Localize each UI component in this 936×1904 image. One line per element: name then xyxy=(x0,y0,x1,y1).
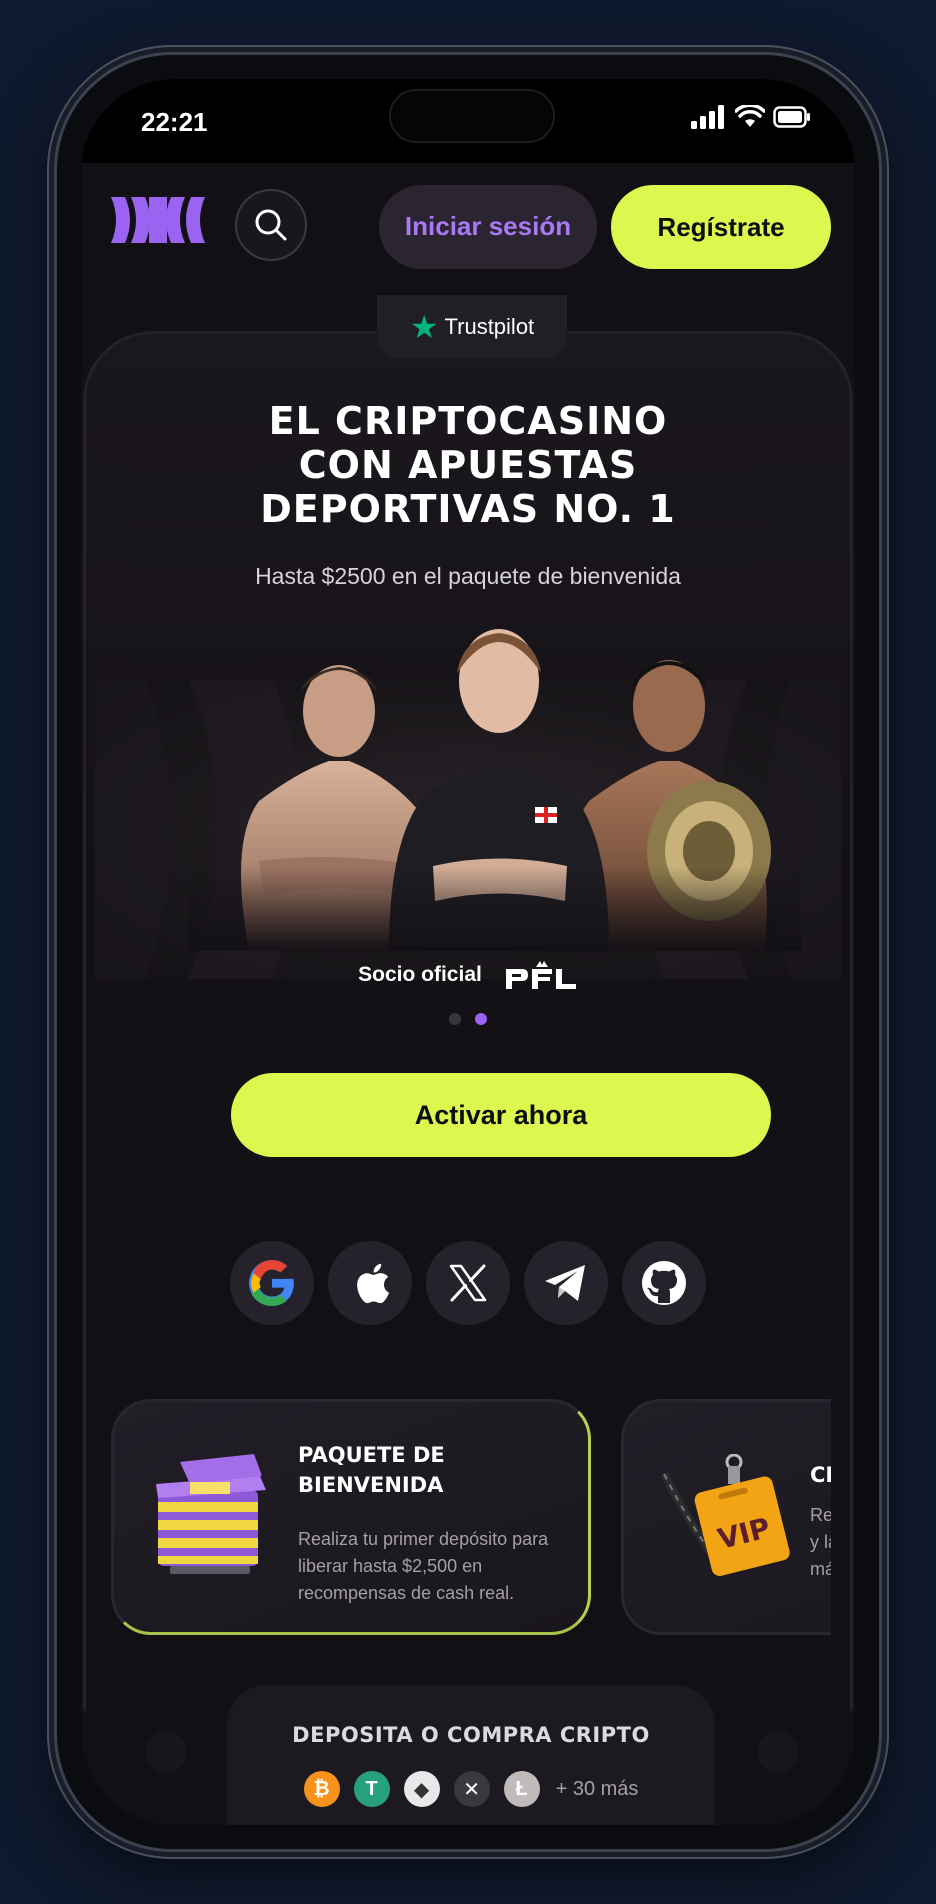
search-icon xyxy=(255,209,287,241)
partner-label: Socio oficial xyxy=(358,963,482,986)
register-button[interactable]: Regístrate xyxy=(611,185,831,269)
status-icons xyxy=(691,105,811,129)
bitcoin-icon: ₿ xyxy=(303,1771,340,1807)
telegram-login-button[interactable] xyxy=(524,1241,608,1325)
deposit-crypto-panel[interactable]: DEPOSITA O COMPRA CRIPTO ₿ T ◆ ✕ Ł + 30 … xyxy=(227,1685,715,1825)
screen: 22:21 Iniciar sesión Regístrate ★ Trustp… xyxy=(81,79,855,1825)
hero-title-line: DEPORTIVAS NO. 1 xyxy=(260,487,676,531)
promo-card-description-line: má xyxy=(810,1559,831,1579)
hero-subtitle: Hasta $2500 en el paquete de bienvenida xyxy=(255,563,681,589)
promo-card-title: CI xyxy=(810,1463,831,1487)
status-time: 22:21 xyxy=(141,107,208,137)
trustpilot-badge[interactable]: ★ Trustpilot xyxy=(377,295,567,359)
treasure-box-icon xyxy=(156,1454,266,1574)
wifi-icon xyxy=(735,105,765,127)
fighters-image xyxy=(189,611,801,951)
brand-logo[interactable] xyxy=(111,197,207,243)
hero-title: EL CRIPTOCASINO CON APUESTAS DEPORTIVAS … xyxy=(81,399,855,531)
apple-icon xyxy=(357,1263,389,1304)
ethereum-icon: ◆ xyxy=(403,1771,440,1807)
x-icon xyxy=(449,1264,487,1302)
x-login-button[interactable] xyxy=(426,1241,510,1325)
status-bar: 22:21 xyxy=(81,79,855,163)
google-icon xyxy=(249,1260,294,1306)
official-partner: Socio oficial xyxy=(81,961,855,989)
tether-icon: T xyxy=(353,1771,390,1807)
hero-title-line: EL CRIPTOCASINO xyxy=(268,399,668,443)
ethereum-faded-icon xyxy=(145,1731,187,1773)
activate-now-button[interactable]: Activar ahora xyxy=(231,1073,771,1157)
pfl-logo xyxy=(505,961,576,989)
promo-card-description: Realiza tu primer depósito para liberar … xyxy=(298,1529,549,1603)
promo-card-description: Re y la má xyxy=(810,1502,831,1583)
vip-pass-icon: VIP xyxy=(660,1454,790,1576)
hero-title-line: CON APUESTAS xyxy=(298,443,638,487)
search-button[interactable] xyxy=(235,189,307,261)
battery-icon xyxy=(773,106,810,128)
xrp-icon: ✕ xyxy=(453,1771,490,1807)
login-button[interactable]: Iniciar sesión xyxy=(379,185,597,269)
promo-card-welcome[interactable]: PAQUETE DE BIENVENIDA Realiza tu primer … xyxy=(111,1399,591,1635)
dynamic-island xyxy=(389,89,555,143)
dogecoin-faded-icon xyxy=(757,1731,799,1773)
carousel-dot[interactable] xyxy=(449,1013,461,1025)
phone-frame: 22:21 Iniciar sesión Regístrate ★ Trustp… xyxy=(54,52,882,1852)
google-login-button[interactable] xyxy=(230,1241,314,1325)
apple-login-button[interactable] xyxy=(328,1241,412,1325)
more-coins-label: + 30 más xyxy=(555,1777,639,1800)
promo-card-title: PAQUETE DE BIENVENIDA xyxy=(298,1443,445,1497)
litecoin-icon: Ł xyxy=(503,1771,540,1807)
telegram-icon xyxy=(545,1265,585,1301)
deposit-title: DEPOSITA O COMPRA CRIPTO xyxy=(292,1723,650,1747)
github-login-button[interactable] xyxy=(622,1241,706,1325)
promo-carousel: PAQUETE DE BIENVENIDA Realiza tu primer … xyxy=(111,1399,831,1639)
carousel-dot-active[interactable] xyxy=(475,1013,487,1025)
coin-list: ₿ T ◆ ✕ Ł + 30 más xyxy=(227,1771,715,1807)
github-icon xyxy=(642,1261,686,1305)
promo-card-description-line: Re xyxy=(810,1505,831,1525)
site-header: Iniciar sesión Regístrate xyxy=(81,163,855,289)
signal-icon xyxy=(691,105,724,129)
carousel-dots xyxy=(81,1013,855,1025)
promo-card-description-line: y la xyxy=(810,1532,831,1552)
social-login-row xyxy=(81,1241,855,1325)
promo-card-vip[interactable]: VIP CI Re y la má xyxy=(621,1399,831,1635)
trustpilot-label: Trustpilot xyxy=(444,314,535,339)
trustpilot-star-icon: ★ xyxy=(409,309,439,345)
